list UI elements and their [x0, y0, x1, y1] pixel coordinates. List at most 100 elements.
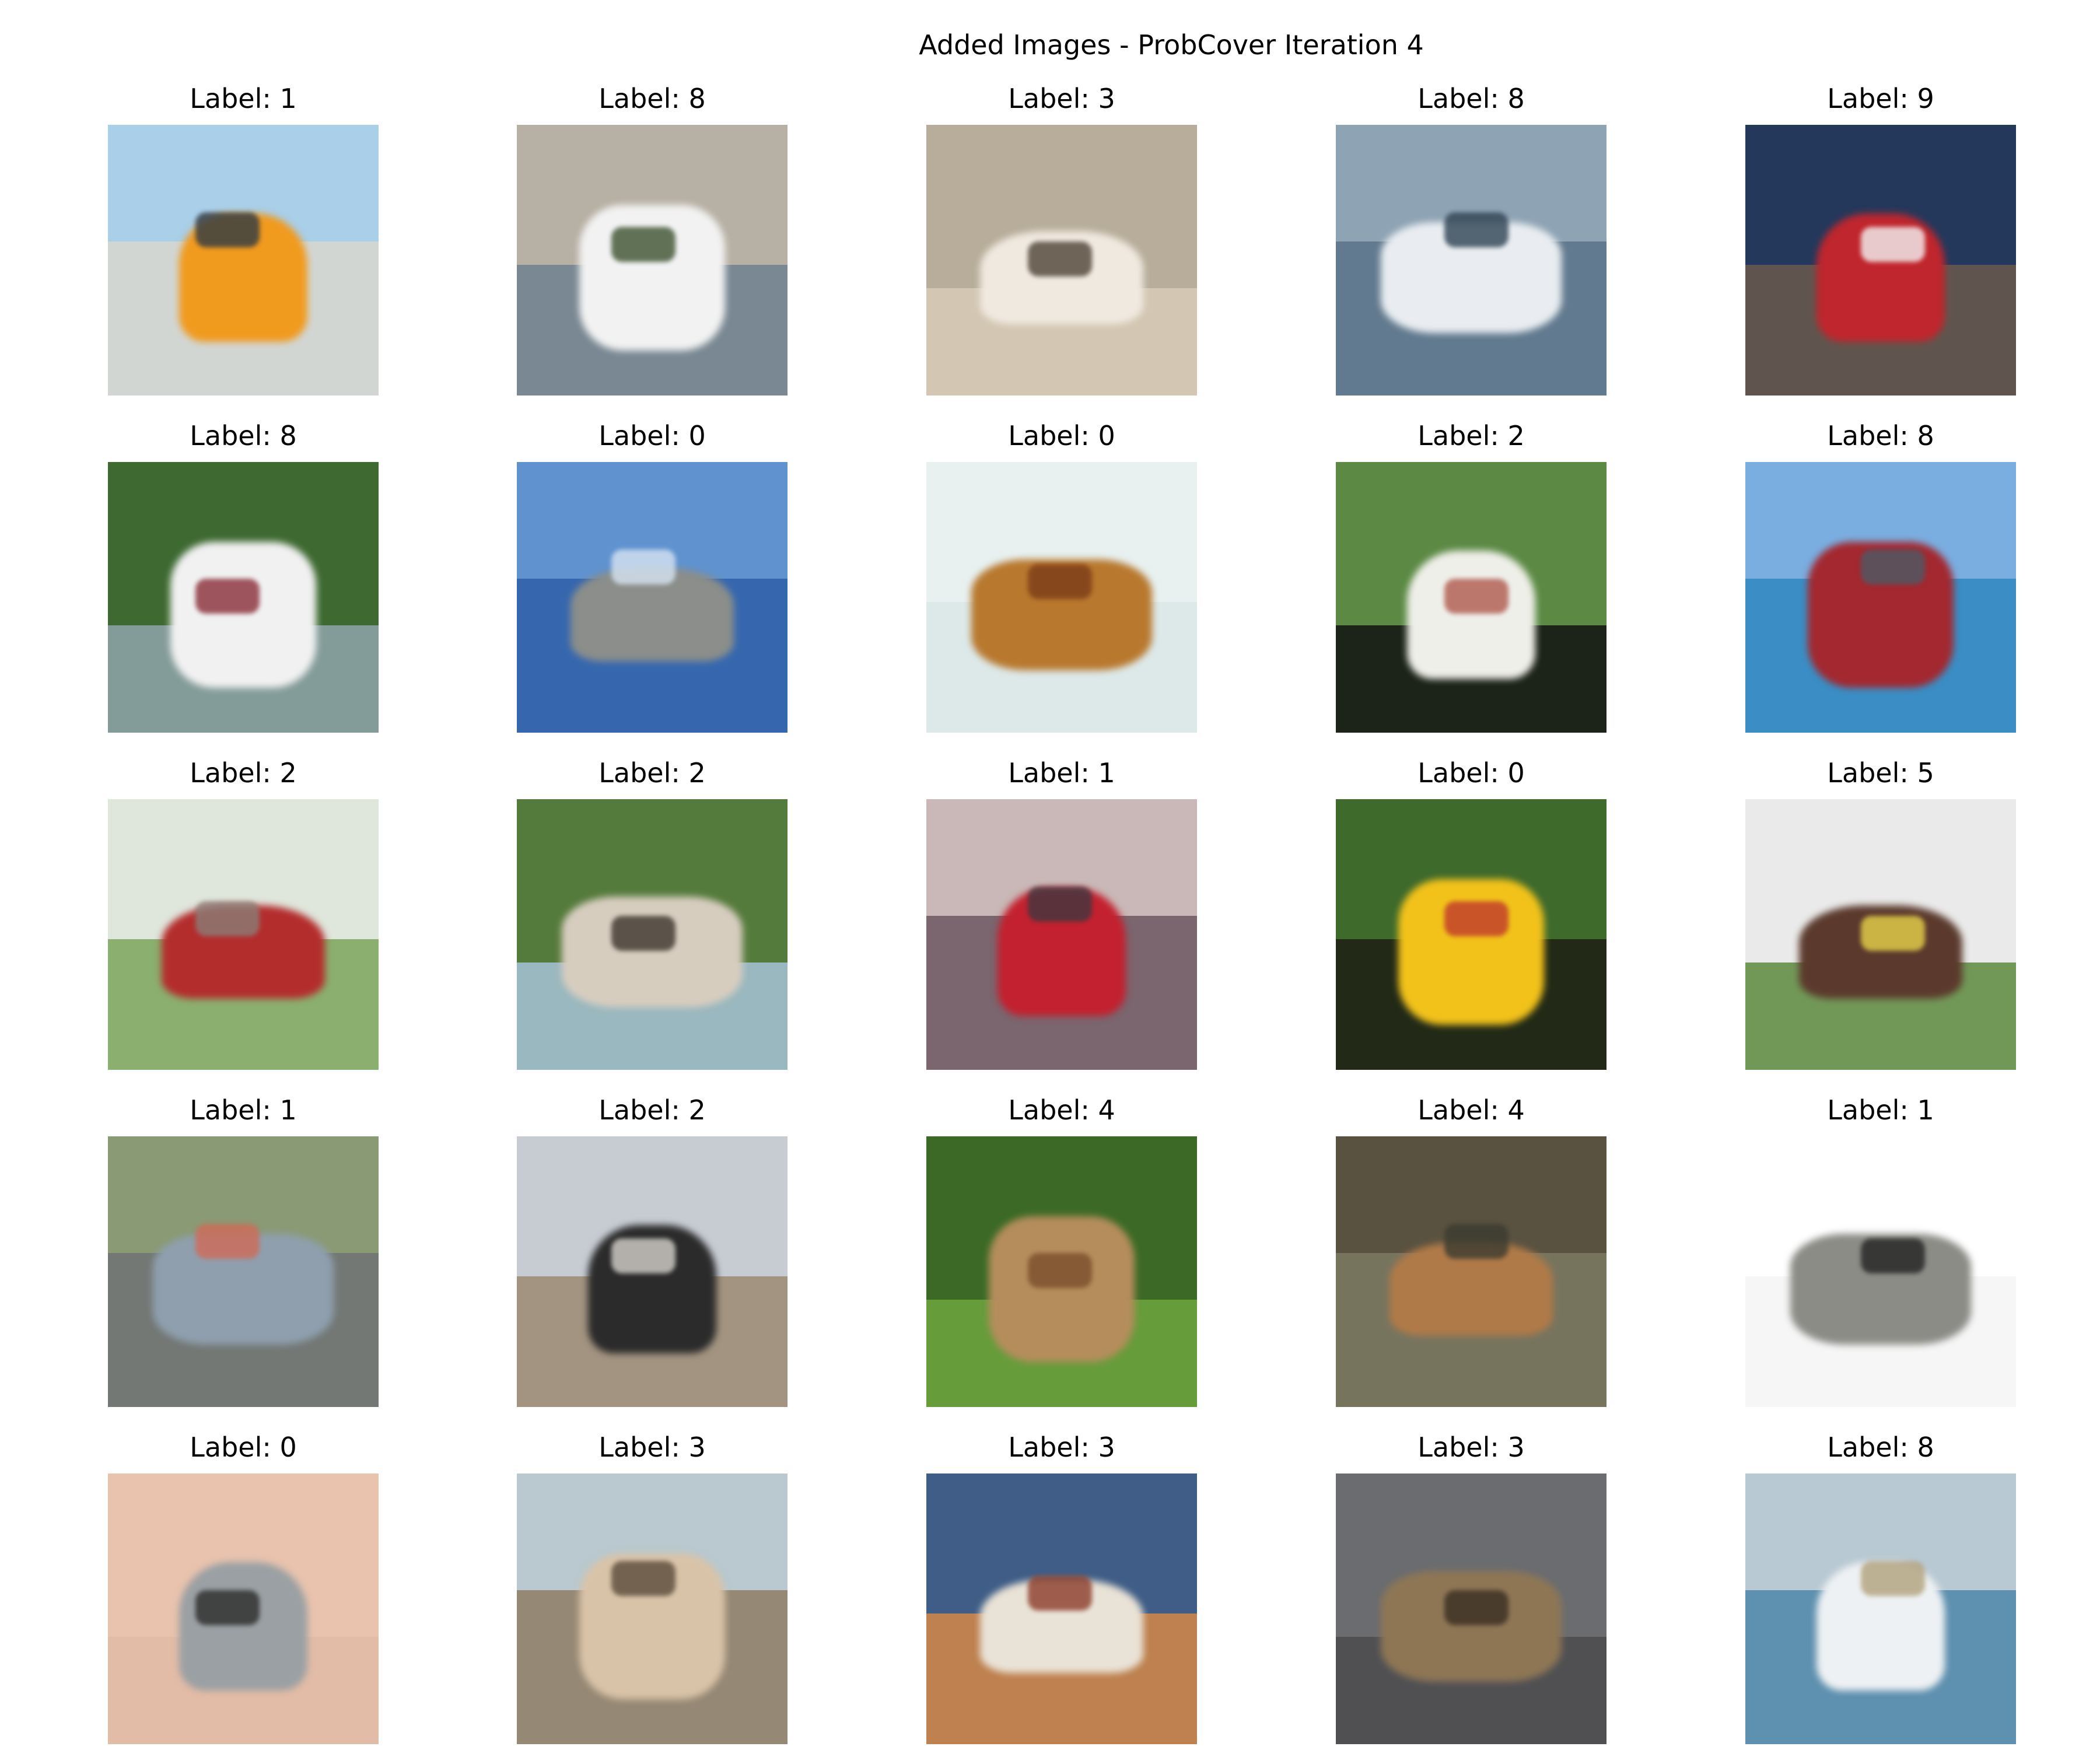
thumbnail-detail: [611, 916, 676, 951]
image-label: Label: 3: [1418, 1432, 1525, 1463]
thumbnail-detail: [1028, 564, 1092, 599]
image-thumbnail: [108, 462, 379, 733]
image-label: Label: 3: [598, 1432, 706, 1463]
image-thumbnail: [1336, 1136, 1606, 1407]
image-thumbnail: [1336, 462, 1606, 733]
image-label: Label: 8: [598, 83, 706, 114]
thumbnail-detail: [611, 1238, 676, 1273]
grid-cell: Label: 1: [108, 1093, 379, 1407]
image-thumbnail: [1336, 1474, 1606, 1744]
grid-cell: Label: 2: [517, 1093, 788, 1407]
grid-cell: Label: 8: [1745, 1430, 2016, 1744]
thumbnail-subject: [562, 897, 743, 1007]
image-thumbnail: [926, 1474, 1197, 1744]
grid-cell: Label: 3: [926, 1430, 1197, 1744]
thumbnail-detail: [611, 550, 676, 584]
thumbnail-detail: [1444, 579, 1508, 614]
grid-cell: Label: 1: [1745, 1093, 2016, 1407]
thumbnail-subject: [1381, 1571, 1562, 1682]
image-label: Label: 4: [1418, 1094, 1525, 1126]
image-thumbnail: [1745, 1474, 2016, 1744]
grid-cell: Label: 3: [926, 82, 1197, 396]
thumbnail-subject: [1407, 551, 1535, 679]
image-thumbnail: [517, 1474, 788, 1744]
image-thumbnail: [108, 1474, 379, 1744]
grid-cell: Label: 4: [1336, 1093, 1606, 1407]
image-thumbnail: [1745, 462, 2016, 733]
image-label: Label: 2: [190, 757, 297, 789]
thumbnail-detail: [1444, 1224, 1508, 1259]
thumbnail-detail: [1028, 1253, 1092, 1288]
grid-cell: Label: 3: [517, 1430, 788, 1744]
thumbnail-detail: [1444, 901, 1508, 936]
figure: Added Images - ProbCover Iteration 4 Lab…: [0, 0, 2100, 1750]
thumbnail-detail: [1028, 887, 1092, 922]
thumbnail-detail: [1028, 242, 1092, 276]
image-label: Label: 8: [1827, 420, 1934, 452]
image-label: Label: 0: [1418, 757, 1525, 789]
thumbnail-subject: [170, 542, 316, 688]
thumbnail-detail: [1444, 1590, 1508, 1625]
image-thumbnail: [517, 125, 788, 396]
grid-cell: Label: 1: [108, 82, 379, 396]
image-label: Label: 9: [1827, 83, 1934, 114]
thumbnail-subject: [989, 1216, 1135, 1362]
thumbnail-detail: [1861, 1561, 1925, 1596]
image-label: Label: 8: [190, 420, 297, 452]
image-thumbnail: [108, 1136, 379, 1407]
grid-cell: Label: 0: [926, 419, 1197, 733]
grid-cell: Label: 4: [926, 1093, 1197, 1407]
grid-cell: Label: 8: [1745, 419, 2016, 733]
thumbnail-detail: [1028, 1576, 1092, 1611]
grid-cell: Label: 2: [108, 756, 379, 1070]
image-label: Label: 2: [1418, 420, 1525, 452]
image-label: Label: 4: [1008, 1094, 1115, 1126]
image-thumbnail: [108, 125, 379, 396]
thumbnail-detail: [611, 227, 676, 262]
image-thumbnail: [517, 1136, 788, 1407]
image-thumbnail: [1745, 125, 2016, 396]
image-label: Label: 0: [190, 1432, 297, 1463]
image-label: Label: 1: [190, 83, 297, 114]
thumbnail-detail: [1861, 227, 1925, 262]
thumbnail-detail: [1861, 550, 1925, 584]
grid-cell: Label: 5: [1745, 756, 2016, 1070]
image-label: Label: 0: [1008, 420, 1115, 452]
image-thumbnail: [517, 799, 788, 1070]
image-thumbnail: [1745, 1136, 2016, 1407]
thumbnail-detail: [1444, 212, 1508, 247]
grid-cell: Label: 8: [1336, 82, 1606, 396]
grid-cell: Label: 3: [1336, 1430, 1606, 1744]
image-label: Label: 1: [190, 1094, 297, 1126]
image-thumbnail: [926, 462, 1197, 733]
thumbnail-subject: [179, 1562, 307, 1690]
thumbnail-detail: [195, 1224, 260, 1259]
image-label: Label: 3: [1008, 1432, 1115, 1463]
image-label: Label: 8: [1827, 1432, 1934, 1463]
image-label: Label: 0: [598, 420, 706, 452]
grid-cell: Label: 9: [1745, 82, 2016, 396]
image-label: Label: 1: [1008, 757, 1115, 789]
grid-cell: Label: 8: [108, 419, 379, 733]
thumbnail-detail: [195, 1590, 260, 1625]
grid-cell: Label: 2: [517, 756, 788, 1070]
image-thumbnail: [517, 462, 788, 733]
image-thumbnail: [1745, 799, 2016, 1070]
image-label: Label: 2: [598, 1094, 706, 1126]
grid-cell: Label: 2: [1336, 419, 1606, 733]
image-label: Label: 1: [1827, 1094, 1934, 1126]
image-thumbnail: [926, 1136, 1197, 1407]
figure-title: Added Images - ProbCover Iteration 4: [919, 29, 1424, 61]
thumbnail-detail: [1861, 1238, 1925, 1273]
grid-cell: Label: 0: [108, 1430, 379, 1744]
image-label: Label: 8: [1418, 83, 1525, 114]
image-thumbnail: [926, 125, 1197, 396]
grid-cell: Label: 1: [926, 756, 1197, 1070]
image-thumbnail: [1336, 799, 1606, 1070]
image-label: Label: 5: [1827, 757, 1934, 789]
grid-cell: Label: 0: [517, 419, 788, 733]
image-thumbnail: [108, 799, 379, 1070]
image-thumbnail: [926, 799, 1197, 1070]
thumbnail-detail: [195, 212, 260, 247]
thumbnail-detail: [1861, 916, 1925, 951]
